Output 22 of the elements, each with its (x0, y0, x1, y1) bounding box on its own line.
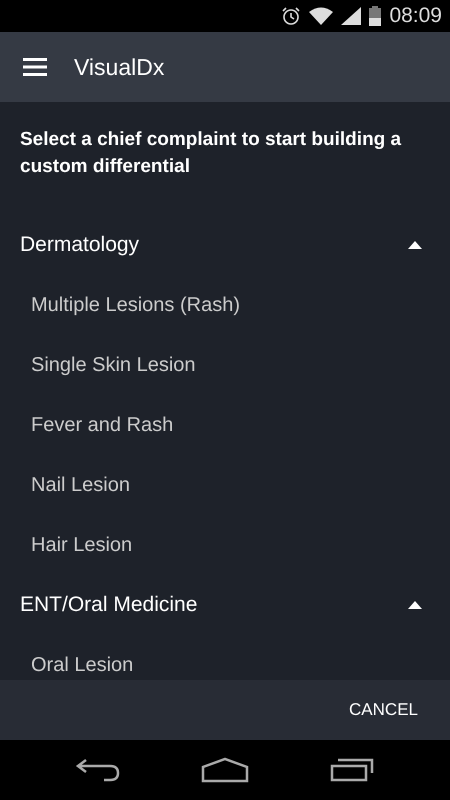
cancel-button[interactable]: CANCEL (333, 690, 450, 730)
status-time: 08:09 (389, 4, 442, 28)
wifi-icon (309, 7, 334, 25)
alarm-icon (281, 6, 302, 26)
complaint-item[interactable]: Nail Lesion (0, 455, 450, 515)
group-title: ENT/Oral Medicine (20, 593, 198, 617)
menu-icon[interactable] (23, 58, 47, 76)
prompt-text: Select a chief complaint to start building a custom differential (19, 128, 402, 179)
group-header[interactable]: ENT/Oral Medicine (0, 575, 450, 635)
app-title: VisualDx (74, 54, 164, 80)
battery-icon (369, 6, 382, 26)
group-title: Dermatology (20, 233, 140, 257)
recent-apps-icon[interactable] (330, 758, 374, 782)
complaint-item[interactable]: Multiple Lesions (Rash) (0, 275, 450, 335)
complaint-item[interactable]: Single Skin Lesion (0, 335, 450, 395)
complaint-item[interactable]: Hair Lesion (0, 515, 450, 575)
back-icon[interactable] (76, 758, 120, 782)
complaint-item[interactable]: Fever and Rash (0, 395, 450, 455)
signal-icon (341, 7, 362, 25)
complaint-item[interactable]: Oral Lesion (0, 635, 450, 680)
group-header[interactable]: Dermatology (0, 215, 450, 275)
home-icon[interactable] (200, 757, 249, 783)
